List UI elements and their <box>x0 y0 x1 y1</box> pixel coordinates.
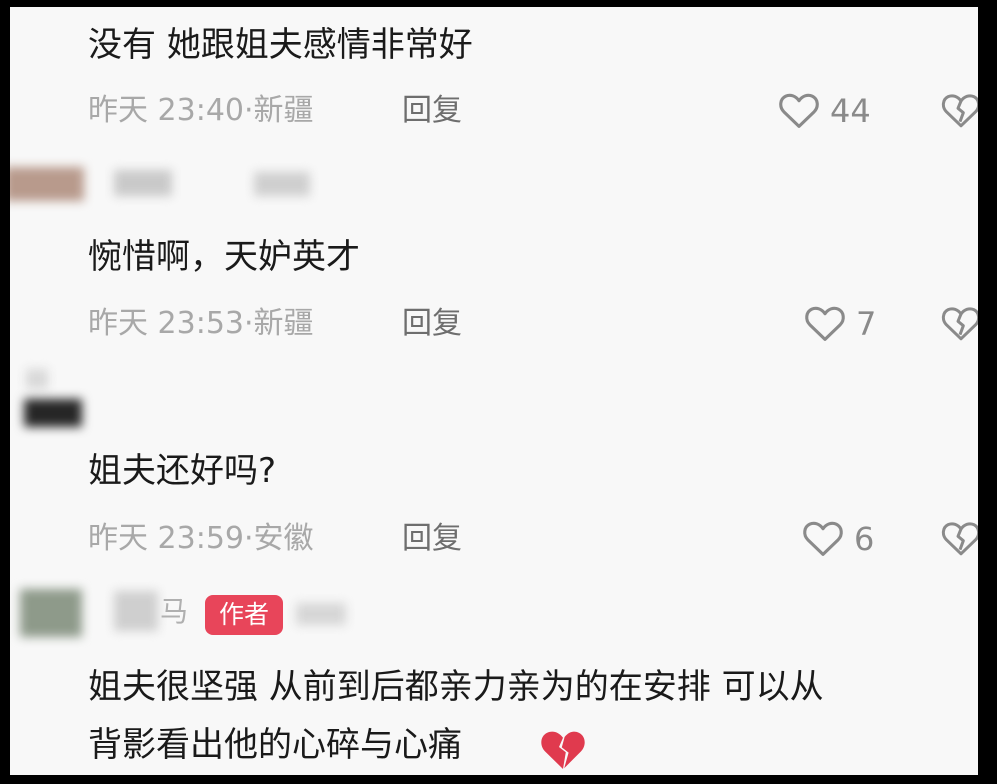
heart-outline-icon[interactable] <box>802 519 844 557</box>
comment-text: 背影看出他的心碎与心痛 <box>88 725 462 765</box>
comment-time: 昨天 23:40 <box>88 93 244 128</box>
broken-heart-outline-icon[interactable] <box>941 519 978 557</box>
comment-text: 没有 她跟姐夫感情非常好 <box>88 25 473 65</box>
reply-button[interactable]: 回复 <box>402 519 462 559</box>
like-count: 7 <box>856 305 877 343</box>
author-badge: 作者 <box>205 595 283 635</box>
broken-heart-emoji <box>541 731 585 769</box>
comment-meta: 昨天 23:53·新疆 <box>88 306 314 341</box>
username[interactable] <box>114 591 158 631</box>
comment-location: 安徽 <box>253 521 314 556</box>
avatar[interactable] <box>10 167 84 201</box>
comment-meta: 昨天 23:40·新疆 <box>88 93 314 128</box>
reply-button[interactable]: 回复 <box>402 304 462 344</box>
comment-meta: 昨天 23:59·安徽 <box>88 521 314 556</box>
like-count: 6 <box>854 520 875 558</box>
avatar[interactable] <box>24 399 82 427</box>
like-count: 44 <box>830 92 871 130</box>
comment-text: 惋惜啊，天妒英才 <box>88 237 360 277</box>
comment-list: 没有 她跟姐夫感情非常好 昨天 23:40·新疆 回复 44 惋惜啊，天妒英才 … <box>10 7 978 775</box>
username[interactable] <box>114 170 172 196</box>
heart-outline-icon[interactable] <box>804 304 846 342</box>
avatar[interactable] <box>26 369 48 389</box>
comment-location: 新疆 <box>253 93 314 128</box>
broken-heart-outline-icon[interactable] <box>941 304 978 342</box>
comment-time: 昨天 23:59 <box>88 521 244 556</box>
reply-button[interactable]: 回复 <box>402 91 462 131</box>
comment-location: 新疆 <box>253 306 314 341</box>
author-name[interactable]: 马 <box>160 593 188 631</box>
username-extra <box>296 603 346 625</box>
avatar[interactable] <box>20 589 82 637</box>
broken-heart-outline-icon[interactable] <box>941 91 978 129</box>
username-extra <box>254 172 310 196</box>
heart-outline-icon[interactable] <box>778 91 820 129</box>
comment-text: 姐夫还好吗? <box>88 451 277 491</box>
comment-time: 昨天 23:53 <box>88 306 244 341</box>
comment-text: 姐夫很坚强 从前到后都亲力亲为的在安排 可以从 <box>88 667 824 707</box>
